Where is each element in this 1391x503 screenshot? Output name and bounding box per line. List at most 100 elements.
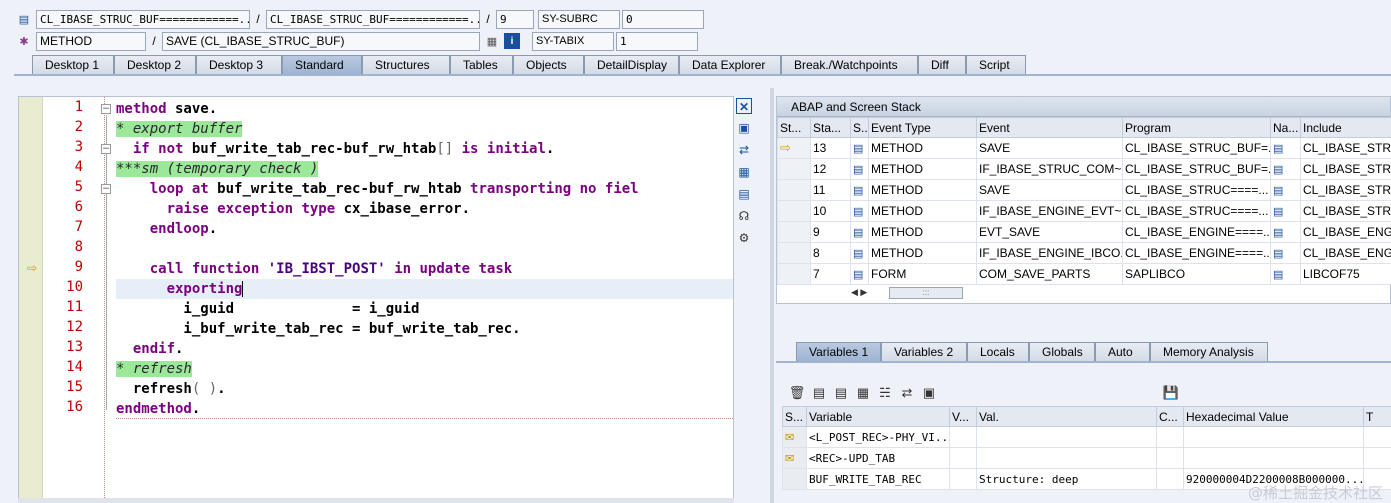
maximize-icon[interactable]: ▦	[736, 164, 752, 180]
table-row[interactable]: ✉ <L_POST_REC>-PHY_VI...	[782, 426, 1391, 448]
variable-name[interactable]: BUF_WRITE_TAB_REC	[806, 468, 950, 490]
variable-name[interactable]: <L_POST_REC>-PHY_VI...	[806, 426, 950, 448]
tab-variables-1[interactable]: Variables 1	[796, 342, 881, 361]
tab-diff[interactable]: Diff	[918, 55, 966, 74]
display-object-icon[interactable]: ▦	[484, 33, 500, 49]
tab-detail-display[interactable]: DetailDisplay	[584, 55, 679, 74]
hierarchy-icon[interactable]: ☵	[876, 384, 894, 402]
code-area[interactable]: method save. * export buffer if not buf_…	[116, 97, 733, 502]
change-lock-icon[interactable]: ✉	[782, 447, 807, 469]
append-row-icon[interactable]: ▤	[832, 384, 850, 402]
column-header[interactable]: S...	[850, 117, 869, 138]
table-icon[interactable]: ▦	[854, 384, 872, 402]
tab-memory-analysis[interactable]: Memory Analysis	[1150, 342, 1268, 361]
navigate-icon[interactable]: ▤	[1270, 263, 1301, 285]
column-header[interactable]: Event	[976, 117, 1123, 138]
tab-data-explorer[interactable]: Data Explorer	[679, 55, 781, 74]
headset-icon[interactable]: ☊	[736, 208, 752, 224]
include-field[interactable]: CL_IBASE_STRUC_BUF============...	[266, 9, 480, 29]
navigate-icon[interactable]: ▤	[1270, 137, 1301, 159]
navigate-icon[interactable]: ▤	[1270, 242, 1301, 264]
column-header[interactable]: Program	[1122, 117, 1271, 138]
tab-desktop-3[interactable]: Desktop 3	[196, 55, 282, 74]
tab-variables-2[interactable]: Variables 2	[881, 342, 967, 361]
tab-script[interactable]: Script	[966, 55, 1026, 74]
event-field[interactable]: SAVE (CL_IBASE_STRUC_BUF)	[162, 31, 480, 51]
column-header[interactable]: Event Type	[868, 117, 977, 138]
navigate-icon[interactable]: ▤	[1270, 179, 1301, 201]
settings-icon[interactable]: ⚙	[736, 230, 752, 246]
scroll-arrows-icon[interactable]: ◀ ▶	[851, 287, 867, 298]
tab-locals[interactable]: Locals	[967, 342, 1029, 361]
tab-auto[interactable]: Auto	[1095, 342, 1150, 361]
table-row[interactable]: 9 ▤ METHOD EVT_SAVE CL_IBASE_ENGINE====.…	[777, 221, 1391, 243]
column-header[interactable]: Val.	[976, 406, 1157, 427]
variable-value[interactable]	[976, 426, 1157, 448]
tab-standard[interactable]: Standard	[282, 55, 362, 74]
column-header[interactable]: St...	[777, 117, 811, 138]
variable-name[interactable]: <REC>-UPD_TAB	[806, 447, 950, 469]
tab-structures[interactable]: Structures	[362, 55, 450, 74]
copy-icon[interactable]: ▣	[920, 384, 938, 402]
close-icon[interactable]: ✕	[736, 98, 752, 114]
table-row[interactable]: 8 ▤ METHOD IF_IBASE_ENGINE_IBCO... CL_IB…	[777, 242, 1391, 264]
pane-splitter[interactable]	[770, 88, 774, 503]
code-line: refresh( ).	[116, 381, 226, 397]
table-row[interactable]: ⇨ 13 ▤ METHOD SAVE CL_IBASE_STRUC_BUF=..…	[777, 137, 1391, 159]
insert-row-icon[interactable]: ▤	[810, 384, 828, 402]
line-field[interactable]: 9	[496, 9, 534, 29]
column-header[interactable]: Hexadecimal Value	[1183, 406, 1364, 427]
tab-break-watchpoints[interactable]: Break./Watchpoints	[781, 55, 918, 74]
column-header[interactable]: Na...	[1270, 117, 1301, 138]
transfer-icon[interactable]: ⇄	[898, 384, 916, 402]
column-header[interactable]: Sta...	[810, 117, 851, 138]
column-header[interactable]: Variable	[806, 406, 950, 427]
tab-objects[interactable]: Objects	[513, 55, 584, 74]
fold-toggle-icon[interactable]: −	[101, 104, 111, 114]
tab-desktop-1[interactable]: Desktop 1	[32, 55, 114, 74]
fold-toggle-icon[interactable]: −	[101, 144, 111, 154]
scroll-thumb[interactable]: :::	[889, 287, 963, 299]
column-header[interactable]: C...	[1156, 406, 1184, 427]
stack-table[interactable]: St... Sta... S... Event Type Event Progr…	[777, 117, 1391, 285]
table-row[interactable]: 12 ▤ METHOD IF_IBASE_STRUC_COM~... CL_IB…	[777, 158, 1391, 180]
editor-horizontal-scrollbar[interactable]	[18, 498, 734, 503]
services-icon[interactable]: ▤	[736, 186, 752, 202]
sy-tabix-value[interactable]: 1	[616, 31, 698, 51]
stack-horizontal-scrollbar[interactable]: ◀ ▶ :::	[777, 285, 1390, 301]
new-tool-icon[interactable]: ▣	[736, 120, 752, 136]
table-row[interactable]: 7 ▤ FORM COM_SAVE_PARTS SAPLIBCO ▤ LIBCO…	[777, 263, 1391, 285]
info-icon[interactable]: i	[504, 33, 520, 49]
column-header[interactable]: S...	[782, 406, 807, 427]
sy-subrc-value[interactable]: 0	[622, 9, 704, 29]
tab-desktop-2[interactable]: Desktop 2	[114, 55, 196, 74]
comment: * export buffer	[116, 121, 243, 137]
tab-tables[interactable]: Tables	[450, 55, 513, 74]
source-editor[interactable]: ⇨ 1 2 3 4 5 6 7 8 9 10 11 12 13 14 15 16…	[18, 96, 734, 503]
delete-icon[interactable]: 🗑	[788, 384, 806, 402]
fold-toggle-icon[interactable]: −	[101, 184, 111, 194]
navigate-icon[interactable]: ▤	[1270, 158, 1301, 180]
column-header[interactable]: V...	[949, 406, 977, 427]
program-field[interactable]: CL_IBASE_STRUC_BUF============...	[36, 9, 250, 29]
row-selector[interactable]	[782, 468, 807, 490]
event-type-field[interactable]: METHOD	[36, 31, 146, 51]
navigate-icon[interactable]: ▤	[1270, 200, 1301, 222]
code-line: * export buffer	[116, 119, 243, 139]
change-cell	[1156, 468, 1184, 490]
stack-level: 12	[810, 158, 851, 180]
save-icon[interactable]: 💾	[1162, 384, 1180, 402]
swap-icon[interactable]: ⇄	[736, 142, 752, 158]
variables-table[interactable]: S... Variable V... Val. C... Hexadecimal…	[782, 406, 1391, 490]
column-header[interactable]: T	[1363, 406, 1391, 427]
variable-value[interactable]	[976, 447, 1157, 469]
table-row[interactable]: 11 ▤ METHOD SAVE CL_IBASE_STRUC====... ▤…	[777, 179, 1391, 201]
tab-globals[interactable]: Globals	[1029, 342, 1095, 361]
navigate-icon[interactable]: ▤	[1270, 221, 1301, 243]
table-row[interactable]: 10 ▤ METHOD IF_IBASE_ENGINE_EVT~... CL_I…	[777, 200, 1391, 222]
variable-value[interactable]: Structure: deep	[976, 468, 1157, 490]
change-lock-icon[interactable]: ✉	[782, 426, 807, 448]
separator: /	[486, 12, 490, 26]
column-header[interactable]: Include	[1300, 117, 1391, 138]
table-row[interactable]: ✉ <REC>-UPD_TAB	[782, 447, 1391, 469]
